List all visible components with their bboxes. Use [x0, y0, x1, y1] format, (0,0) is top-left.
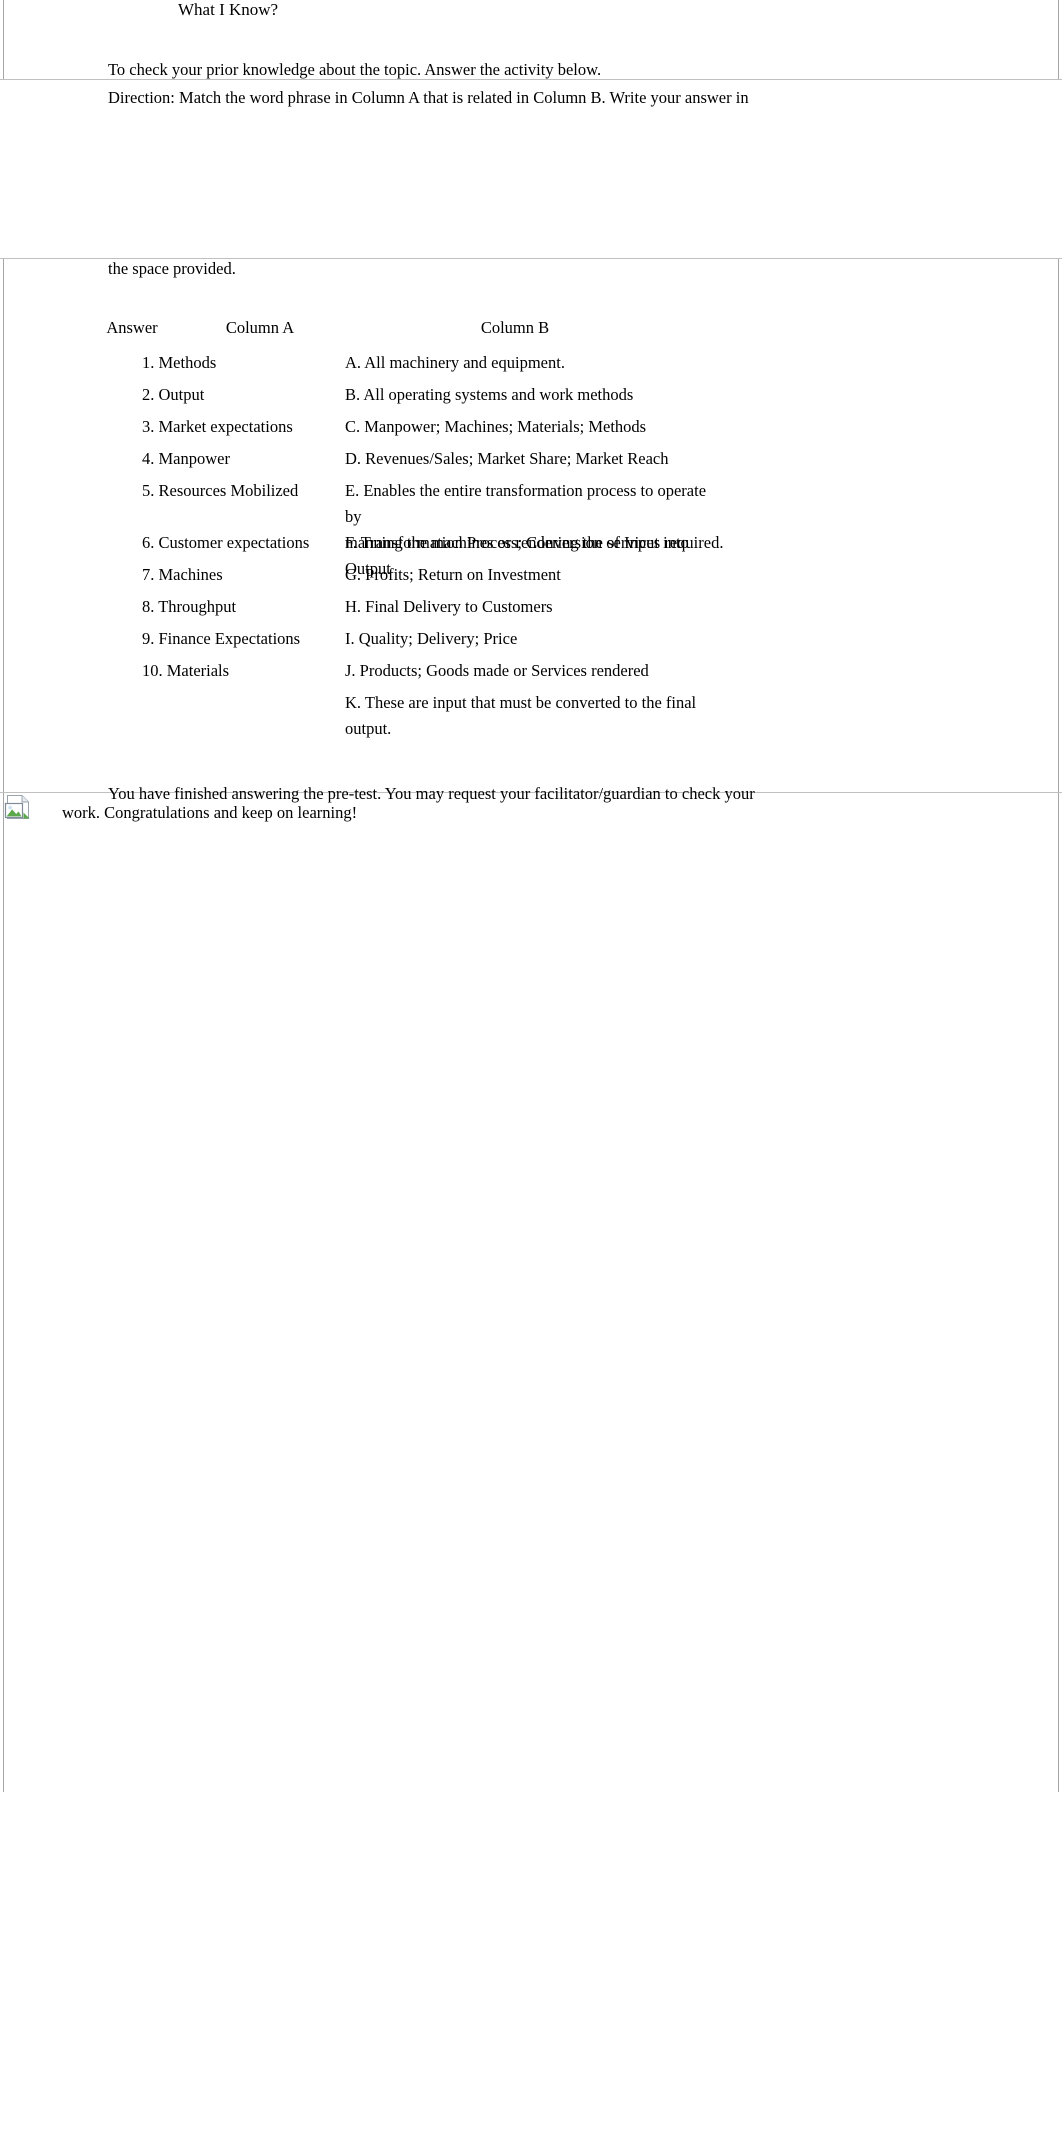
column-b-item: D. Revenues/Sales; Market Share; Market …: [345, 449, 669, 468]
table-row: 6. Customer expectations F. Transformati…: [0, 530, 1062, 578]
table-body: 1. Methods A. All machinery and equipmen…: [0, 350, 1062, 738]
table-row: 10. Materials J. Products; Goods made or…: [0, 658, 1062, 690]
column-b-item: I. Quality; Delivery; Price: [345, 629, 518, 648]
column-a-item: 9. Finance Expectations: [142, 629, 301, 648]
table-row: 5. Resources Mobilized E. Enables the en…: [0, 478, 1062, 552]
closing-note-line-1: You have finished answering the pre-test…: [108, 784, 755, 803]
column-b-item: H. Final Delivery to Customers: [345, 597, 553, 616]
column-header-column-b: Column B: [480, 318, 550, 337]
table-row: K. These are input that must be converte…: [0, 690, 1062, 738]
table-row: 1. Methods A. All machinery and equipmen…: [0, 350, 1062, 382]
table-header-row: Answer Column A Column B: [0, 318, 1062, 350]
table-row: 2. Output B. All operating systems and w…: [0, 382, 1062, 414]
column-b-item: B. All operating systems and work method…: [345, 385, 634, 404]
table-row: 9. Finance Expectations I. Quality; Deli…: [0, 626, 1062, 658]
column-b-item: A. All machinery and equipment.: [345, 353, 565, 372]
column-a-item: 7. Machines: [142, 565, 223, 584]
direction-continued: the space provided.: [108, 259, 236, 278]
direction-text: Direction: Match the word phrase in Colu…: [108, 88, 749, 107]
column-a-item: 6. Customer expectations: [142, 533, 310, 552]
column-b-item: J. Products; Goods made or Services rend…: [345, 661, 649, 680]
matching-activity-table: Answer Column A Column B 1. Methods A. A…: [0, 318, 1062, 738]
table-row: 3. Market expectations C. Manpower; Mach…: [0, 414, 1062, 446]
table-row: 7. Machines G. Profits; Return on Invest…: [0, 562, 1062, 594]
column-a-item: 5. Resources Mobilized: [142, 481, 299, 500]
intro-text: To check your prior knowledge about the …: [108, 60, 602, 79]
broken-image-icon: [4, 795, 30, 819]
column-b-item: K. These are input that must be converte…: [345, 693, 697, 738]
column-a-item: 2. Output: [142, 385, 205, 404]
column-a-item: 8. Throughput: [142, 597, 237, 616]
page-border-right-top: [1058, 0, 1059, 80]
closing-note-line-2: work. Congratulations and keep on learni…: [62, 803, 358, 822]
column-a-item: 10. Materials: [142, 661, 230, 680]
page-border-right-bottom: [1058, 793, 1059, 1792]
document-page: What I Know? To check your prior knowled…: [0, 0, 1062, 2135]
column-a-item: 4. Manpower: [142, 449, 230, 468]
column-b-item: C. Manpower; Machines; Materials; Method…: [345, 417, 647, 436]
page-border-left-top: [3, 0, 4, 80]
column-b-item-line1: E. Enables the entire transformation pro…: [345, 481, 707, 526]
column-header-column-a: Column A: [225, 318, 295, 337]
column-a-item: 1. Methods: [142, 353, 217, 372]
page-title: What I Know?: [178, 0, 279, 19]
column-b-item: G. Profits; Return on Investment: [345, 565, 561, 584]
page-border-left-bottom: [3, 793, 4, 1792]
column-a-item: 3. Market expectations: [142, 417, 293, 436]
table-row: 8. Throughput H. Final Delivery to Custo…: [0, 594, 1062, 626]
table-row: 4. Manpower D. Revenues/Sales; Market Sh…: [0, 446, 1062, 478]
